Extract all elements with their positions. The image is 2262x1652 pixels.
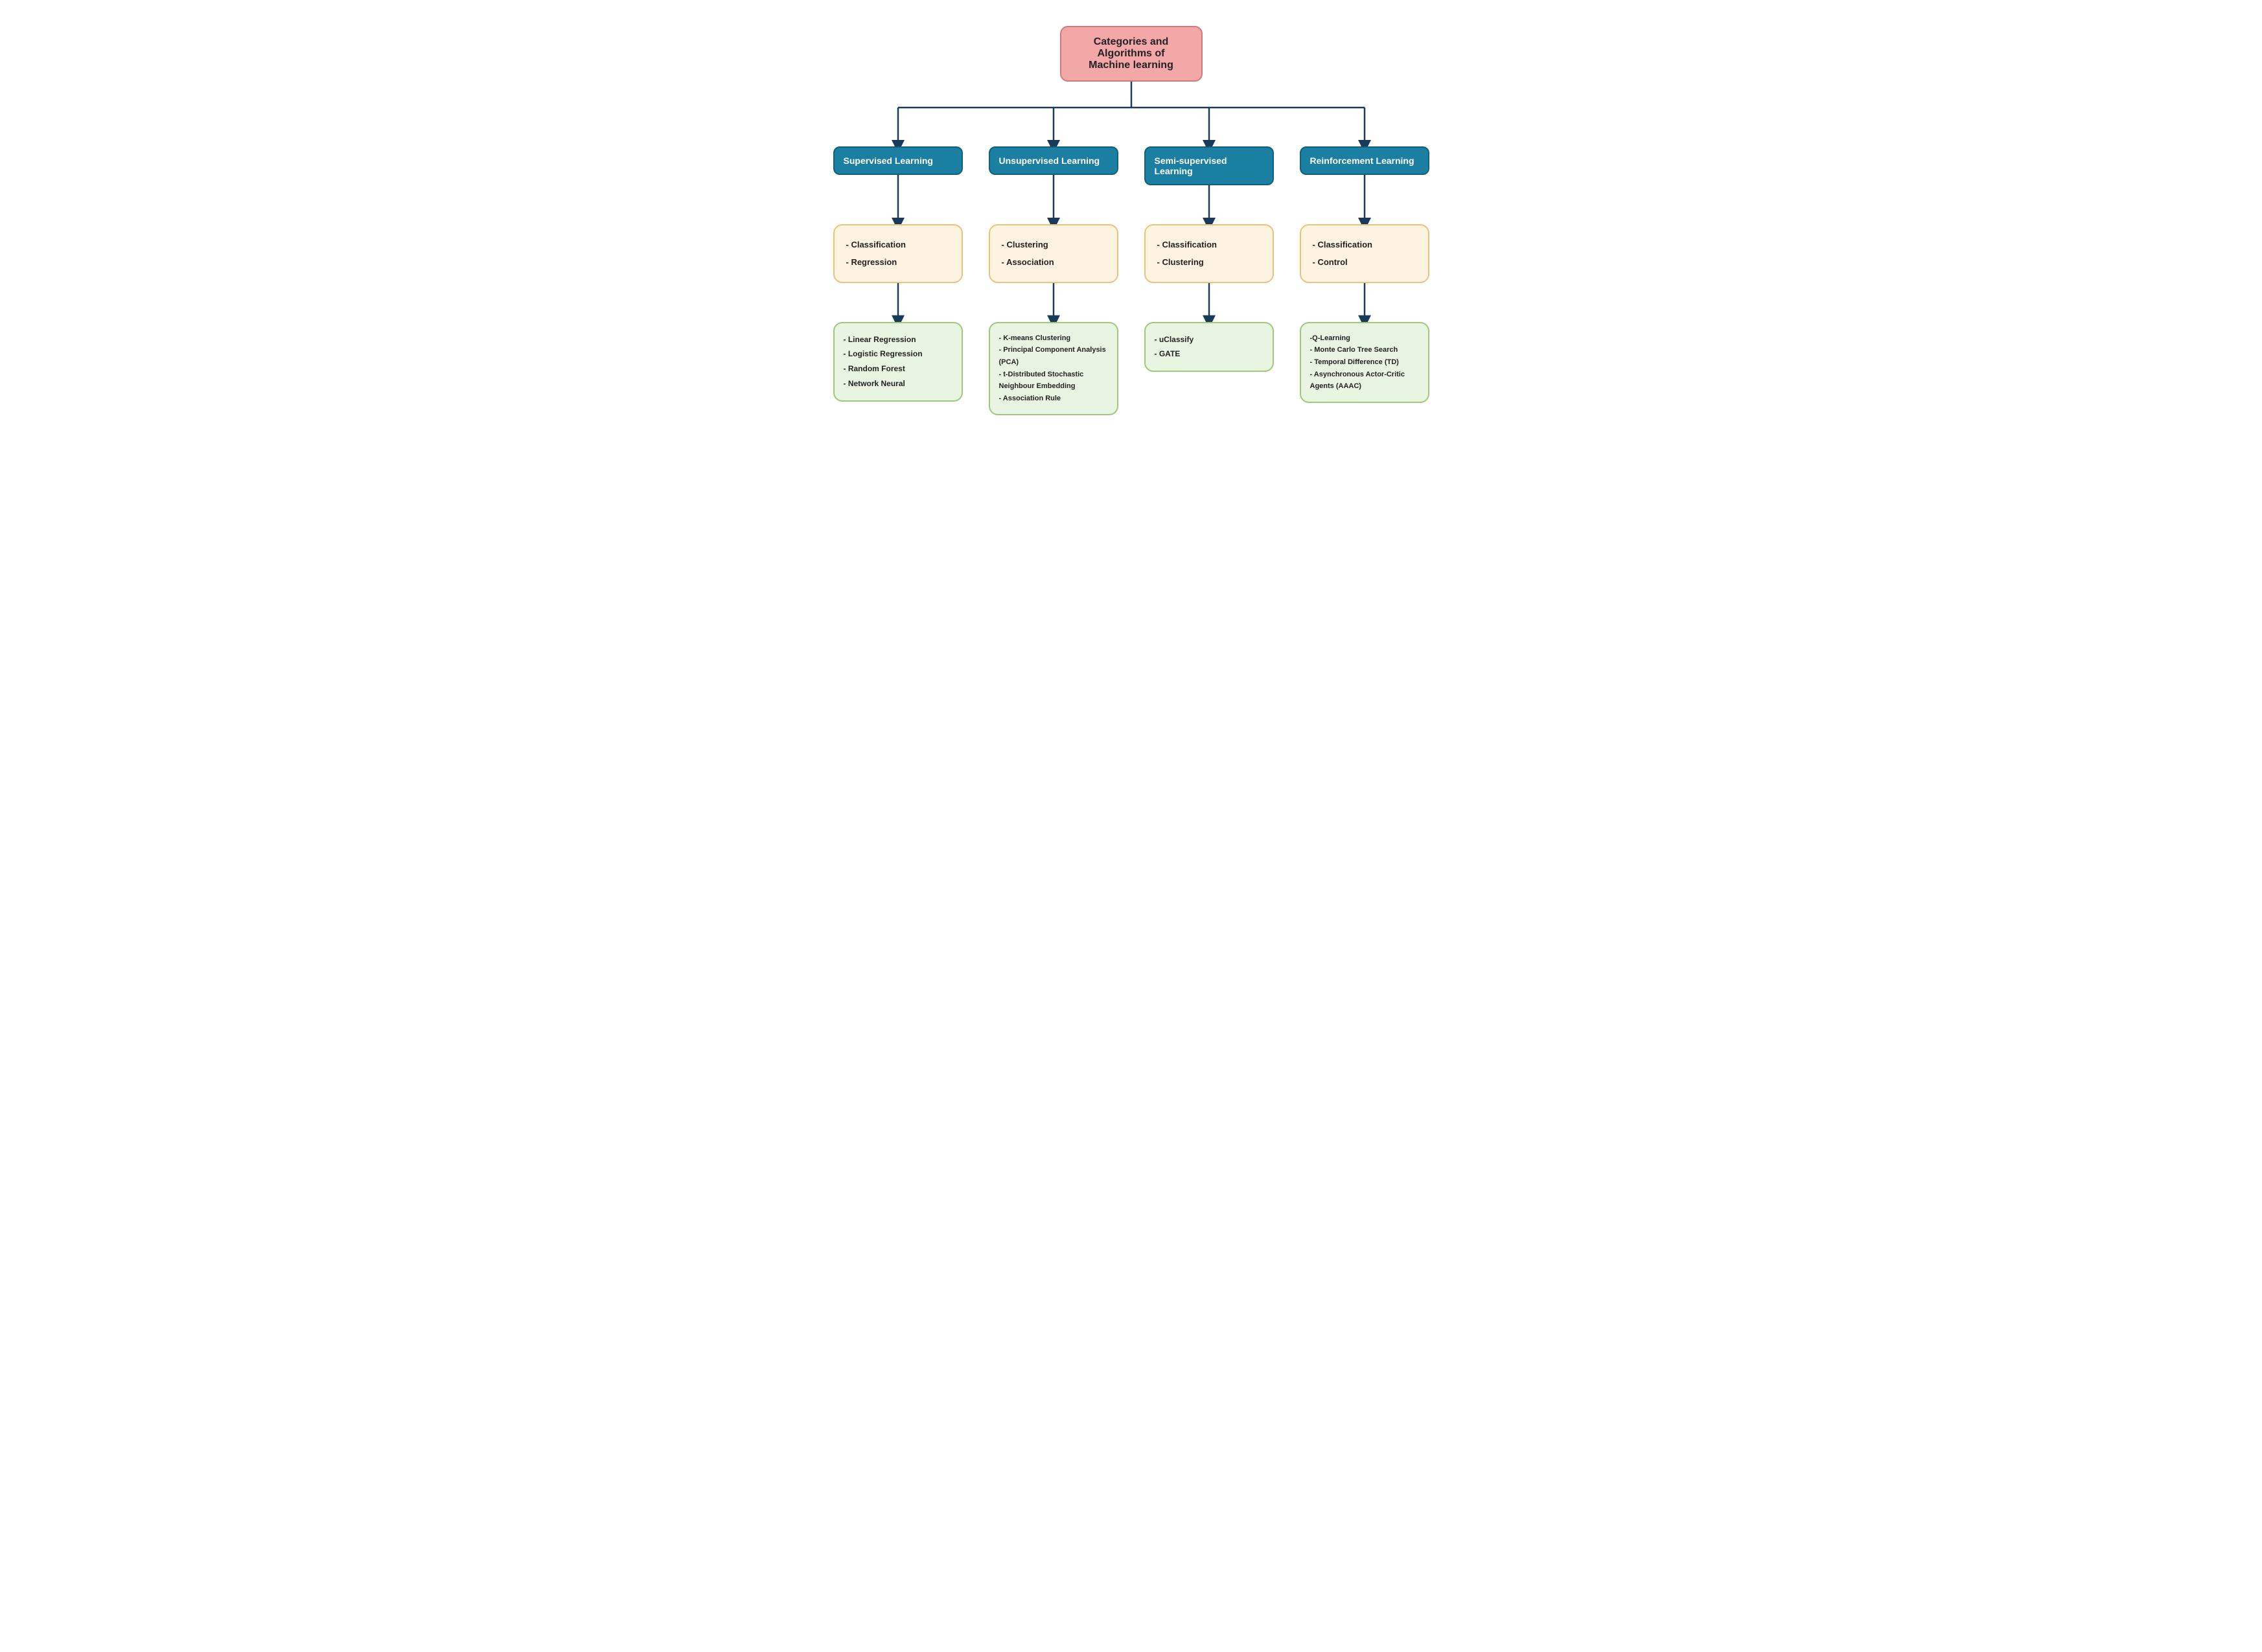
unsupervised-algo-box: - K-means Clustering - Principal Compone… — [989, 322, 1118, 415]
semi-algo-2: - GATE — [1155, 347, 1264, 361]
semi-algo-1: - uClassify — [1155, 332, 1264, 347]
supervised-algo-3: - Random Forest — [844, 361, 952, 376]
semi-sub-item-1: - Classification — [1157, 236, 1261, 253]
reinforcement-sub-item-2: - Control — [1313, 253, 1416, 271]
reinforcement-label: Reinforcement Learning — [1310, 155, 1414, 166]
unsupervised-algo-2: - Principal Component Analysis (PCA) — [999, 344, 1108, 368]
semi-sub-item-2: - Clustering — [1157, 253, 1261, 271]
root-node: Categories and Algorithms of Machine lea… — [1060, 26, 1203, 82]
semi-sub-box: - Classification - Clustering — [1144, 224, 1274, 283]
unsupervised-algo-1: - K-means Clustering — [999, 332, 1108, 345]
supervised-learning-box: Supervised Learning — [833, 146, 963, 175]
semi-algo-box: - uClassify - GATE — [1144, 322, 1274, 373]
supervised-algo-box: - Linear Regression - Logistic Regressio… — [833, 322, 963, 402]
reinforcement-learning-box: Reinforcement Learning — [1300, 146, 1429, 175]
supervised-sub-item-2: - Regression — [846, 253, 950, 271]
supervised-algo-4: - Network Neural — [844, 376, 952, 391]
semi-supervised-learning-box: Semi-supervised Learning — [1144, 146, 1274, 185]
unsupervised-learning-box: Unsupervised Learning — [989, 146, 1118, 175]
reinforcement-algo-3: - Temporal Difference (TD) — [1310, 356, 1419, 369]
reinforcement-sub-box: - Classification - Control — [1300, 224, 1429, 283]
reinforcement-algo-4: - Asynchronous Actor-Critic Agents (AAAC… — [1310, 369, 1419, 393]
reinforcement-sub-item-1: - Classification — [1313, 236, 1416, 253]
semi-label: Semi-supervised Learning — [1155, 155, 1227, 176]
unsupervised-algo-4: - Association Rule — [999, 393, 1108, 405]
reinforcement-algo-2: - Monte Carlo Tree Search — [1310, 344, 1419, 356]
reinforcement-algo-1: -Q-Learning — [1310, 332, 1419, 345]
reinforcement-algo-box: -Q-Learning - Monte Carlo Tree Search - … — [1300, 322, 1429, 403]
supervised-algo-2: - Logistic Regression — [844, 347, 952, 361]
unsupervised-sub-item-2: - Association — [1002, 253, 1105, 271]
unsupervised-sub-box: - Clustering - Association — [989, 224, 1118, 283]
supervised-algo-1: - Linear Regression — [844, 332, 952, 347]
unsupervised-algo-3: - t-Distributed Stochastic Neighbour Emb… — [999, 369, 1108, 393]
unsupervised-label: Unsupervised Learning — [999, 155, 1100, 166]
supervised-sub-box: - Classification - Regression — [833, 224, 963, 283]
supervised-label: Supervised Learning — [844, 155, 933, 166]
unsupervised-sub-item-1: - Clustering — [1002, 236, 1105, 253]
supervised-sub-item-1: - Classification — [846, 236, 950, 253]
root-label: Categories and Algorithms of Machine lea… — [1089, 36, 1173, 71]
